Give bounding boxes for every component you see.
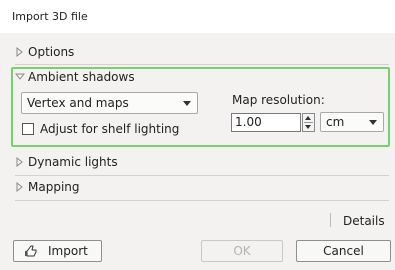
triangle-right-icon — [16, 47, 23, 57]
unit-dropdown[interactable]: cm — [320, 112, 384, 132]
triangle-right-icon — [16, 157, 23, 167]
spin-up-icon[interactable] — [305, 116, 311, 120]
map-resolution-input[interactable]: 1.00 — [231, 113, 301, 132]
ok-button-label: OK — [233, 244, 251, 258]
spin-divider — [304, 122, 313, 123]
shadow-mode-dropdown[interactable]: Vertex and maps — [21, 92, 198, 114]
shelf-lighting-label: Adjust for shelf lighting — [40, 122, 180, 136]
import-button[interactable]: Import — [13, 240, 102, 262]
section-ambient-label: Ambient shadows — [28, 70, 135, 84]
window-title: Import 3D file — [12, 10, 88, 23]
section-options-label: Options — [28, 45, 75, 59]
section-dynamic-label: Dynamic lights — [28, 155, 118, 169]
title-bar: Import 3D file — [0, 0, 395, 34]
unit-value: cm — [326, 115, 345, 129]
map-resolution-spinner[interactable] — [302, 113, 315, 132]
section-dynamic-header[interactable]: Dynamic lights — [15, 155, 118, 169]
section-mapping-header[interactable]: Mapping — [15, 180, 80, 194]
section-options-header[interactable]: Options — [15, 45, 74, 59]
triangle-down-icon — [15, 73, 25, 80]
shelf-lighting-checkbox-row[interactable]: Adjust for shelf lighting — [22, 122, 179, 136]
shelf-lighting-checkbox[interactable] — [22, 123, 34, 135]
ok-button[interactable]: OK — [201, 240, 283, 262]
cancel-button[interactable]: Cancel — [296, 240, 391, 262]
chevron-down-icon — [183, 101, 191, 106]
chevron-down-icon — [369, 120, 377, 125]
cancel-button-label: Cancel — [323, 244, 364, 258]
shadow-mode-value: Vertex and maps — [27, 96, 129, 110]
import-hand-icon — [25, 245, 37, 257]
divider — [15, 175, 389, 176]
divider — [15, 200, 389, 201]
map-resolution-label: Map resolution: — [232, 93, 325, 107]
section-ambient-header[interactable]: Ambient shadows — [15, 70, 135, 84]
details-divider — [330, 213, 331, 227]
triangle-right-icon — [16, 182, 23, 192]
section-mapping-label: Mapping — [28, 180, 80, 194]
import-button-label: Import — [48, 244, 88, 258]
spin-down-icon[interactable] — [305, 125, 311, 129]
details-button[interactable]: Details — [343, 214, 385, 228]
divider — [15, 64, 389, 65]
